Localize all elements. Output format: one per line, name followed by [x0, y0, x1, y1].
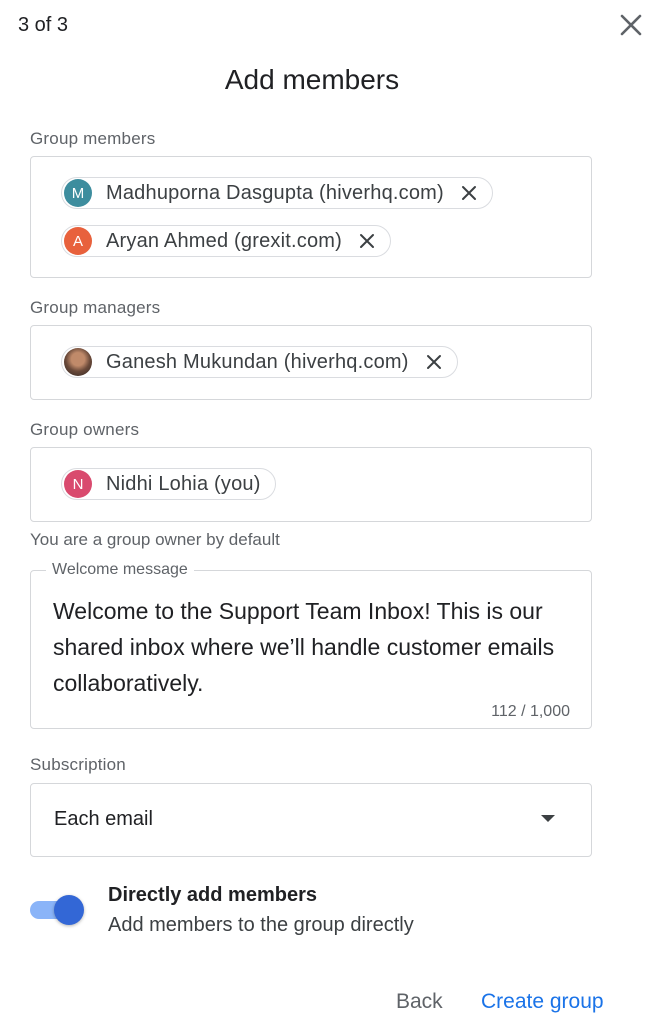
step-indicator: 3 of 3 — [18, 14, 69, 36]
direct-add-toggle[interactable] — [30, 893, 86, 927]
subscription-value: Each email — [54, 808, 153, 830]
close-icon[interactable] — [616, 10, 646, 40]
group-managers-field[interactable]: Ganesh Mukundan (hiverhq.com) — [30, 325, 592, 400]
avatar: A — [64, 227, 92, 255]
remove-chip-icon[interactable] — [358, 232, 376, 250]
subscription-label: Subscription — [30, 755, 126, 774]
chip-label: Ganesh Mukundan (hiverhq.com) — [106, 350, 409, 373]
welcome-message-text[interactable]: Welcome to the Support Team Inbox! This … — [53, 593, 583, 701]
toggle-thumb — [54, 895, 84, 925]
chip-label: Aryan Ahmed (grexit.com) — [106, 229, 342, 252]
member-chip[interactable]: A Aryan Ahmed (grexit.com) — [61, 225, 391, 257]
welcome-message-label: Welcome message — [46, 561, 194, 579]
group-owners-field[interactable]: N Nidhi Lohia (you) — [30, 447, 592, 522]
owner-chip: N Nidhi Lohia (you) — [61, 468, 276, 500]
character-counter: 112 / 1,000 — [491, 703, 570, 720]
chip-label: Nidhi Lohia (you) — [106, 472, 261, 495]
remove-chip-icon[interactable] — [460, 184, 478, 202]
member-chip[interactable]: M Madhuporna Dasgupta (hiverhq.com) — [61, 177, 493, 209]
group-owners-label: Group owners — [30, 420, 140, 439]
manager-chip[interactable]: Ganesh Mukundan (hiverhq.com) — [61, 346, 458, 378]
owner-helper-text: You are a group owner by default — [30, 530, 280, 549]
dialog-title: Add members — [224, 64, 400, 95]
direct-add-title: Directly add members — [108, 884, 317, 906]
group-members-field[interactable]: M Madhuporna Dasgupta (hiverhq.com) A Ar… — [30, 156, 592, 278]
direct-add-description: Add members to the group directly — [108, 914, 414, 936]
remove-chip-icon[interactable] — [425, 353, 443, 371]
create-group-button[interactable]: Create group — [481, 990, 604, 1014]
avatar: M — [64, 179, 92, 207]
avatar: N — [64, 470, 92, 498]
chip-label: Madhuporna Dasgupta (hiverhq.com) — [106, 181, 444, 204]
dropdown-caret-icon[interactable] — [541, 815, 555, 822]
avatar-photo — [64, 348, 92, 376]
group-managers-label: Group managers — [30, 298, 161, 317]
group-members-label: Group members — [30, 129, 156, 148]
back-button[interactable]: Back — [396, 990, 443, 1014]
